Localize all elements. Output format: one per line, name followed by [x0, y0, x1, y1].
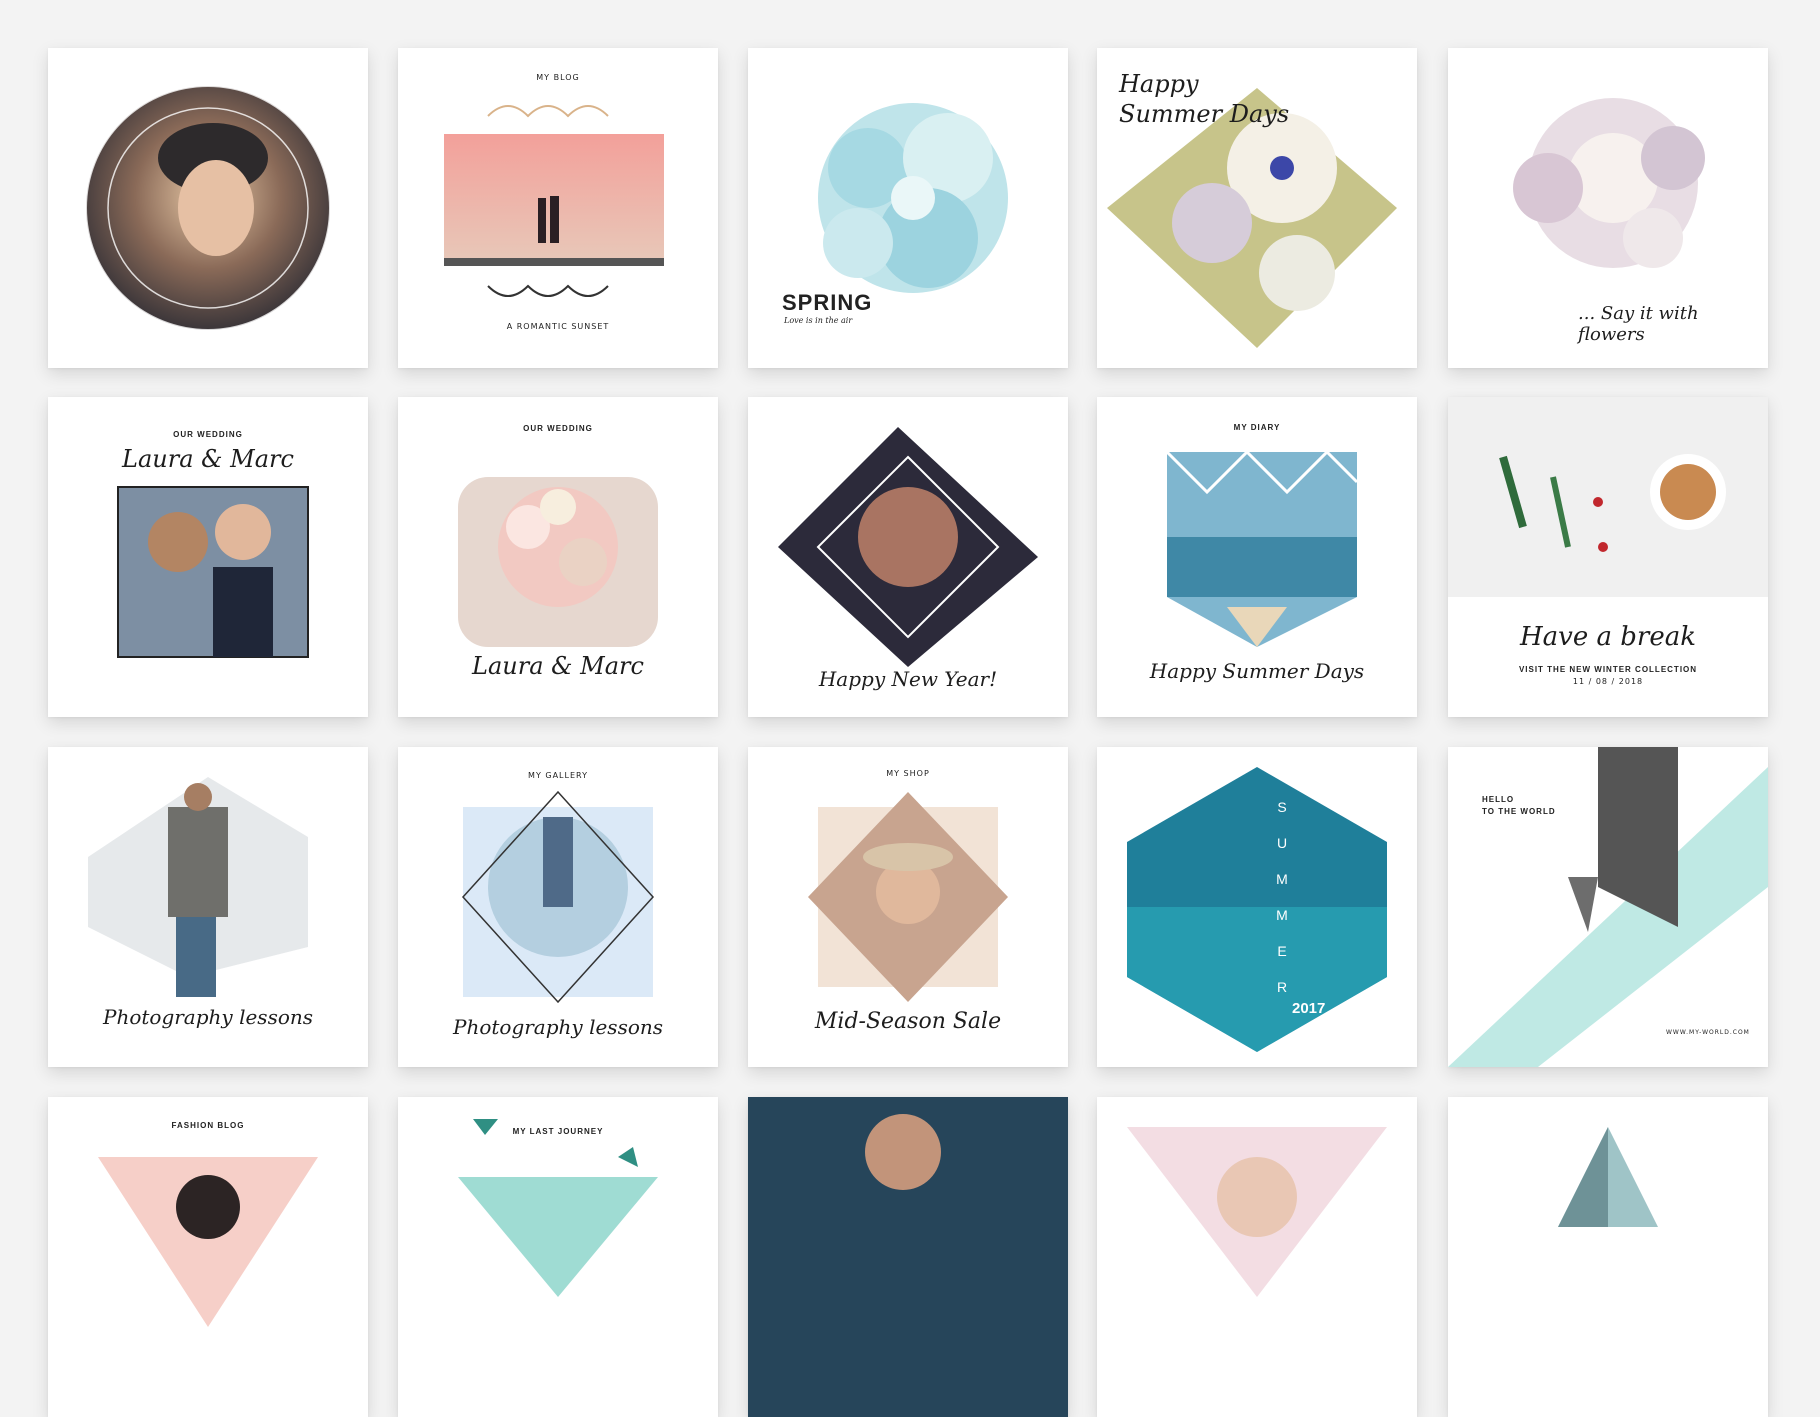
hexagon-ocean-art — [1127, 767, 1387, 1052]
template-card-photography-lessons[interactable]: Photography lessons — [48, 747, 368, 1067]
card-label-top: MY DIARY — [1233, 423, 1281, 432]
template-card-hello-world[interactable]: HELLO TO THE WORLD WWW.MY-WORLD.COM — [1448, 747, 1768, 1067]
template-card-dotted-frame[interactable] — [1097, 1097, 1417, 1417]
template-card-spring[interactable]: SPRING Love is in the air — [748, 48, 1068, 368]
card-title-line1: Happy — [1119, 70, 1199, 98]
card-label-top: FASHION BLOG — [171, 1121, 245, 1130]
template-card-new-year[interactable]: Happy New Year! — [748, 397, 1068, 717]
card-title: Have a break — [1520, 622, 1696, 652]
letter-m2: M — [1276, 907, 1288, 923]
letter-s: S — [1277, 799, 1287, 815]
card-caption: Mid-Season Sale — [814, 1009, 1002, 1034]
template-card-my-gallery[interactable]: MY GALLERY Photography lessons — [398, 747, 718, 1067]
card-label-top: MY GALLERY — [528, 771, 588, 780]
template-card-wedding-photo[interactable]: OUR WEDDING Laura & Marc — [48, 397, 368, 717]
man-portrait-art — [748, 1097, 1068, 1417]
card-url: WWW.MY-WORLD.COM — [1666, 1029, 1750, 1036]
card-subtitle: VISIT THE NEW WINTER COLLECTION — [1518, 665, 1698, 674]
template-card-my-diary[interactable]: MY DIARY Happy Summer Days — [1097, 397, 1417, 717]
card-title: SPRING — [782, 290, 873, 315]
fashion-art — [98, 1157, 318, 1327]
template-card-say-it-with-flowers[interactable]: ... Say it with flowers — [1448, 48, 1768, 368]
card-caption: Happy New Year! — [818, 667, 998, 691]
card-subtitle: Love is in the air — [784, 316, 853, 325]
card-caption: A ROMANTIC SUNSET — [506, 322, 610, 331]
journey-art — [458, 1119, 658, 1297]
card-label-top: MY BLOG — [536, 73, 580, 82]
card-title-line2: TO THE WORLD — [1482, 807, 1556, 816]
template-card-romantic-sunset[interactable]: MY BLOG A ROMANTIC SUNSET — [398, 48, 718, 368]
template-card-my-last-journey[interactable]: MY LAST JOURNEY — [398, 1097, 718, 1417]
card-caption: ... Say it with flowers — [1578, 303, 1699, 345]
card-label-top: OUR WEDDING — [173, 430, 243, 439]
card-label-top: OUR WEDDING — [523, 424, 593, 433]
card-title-line2: Summer Days — [1119, 100, 1290, 128]
template-card-mandala-portrait[interactable] — [48, 48, 368, 368]
card-title-line1: HELLO — [1482, 795, 1515, 804]
card-label-top: MY LAST JOURNEY — [512, 1127, 604, 1136]
template-card-have-a-break[interactable]: Have a break VISIT THE NEW WINTER COLLEC… — [1448, 397, 1768, 717]
letter-u: U — [1276, 835, 1288, 851]
card-caption: Photography lessons — [452, 1015, 664, 1039]
letter-e: E — [1277, 943, 1287, 959]
card-title: Laura & Marc — [122, 445, 294, 473]
summer-letters: S U M M E R — [1262, 789, 1302, 1005]
card-year: 2017 — [1292, 1000, 1326, 1017]
letter-m1: M — [1276, 871, 1288, 887]
template-card-geometric[interactable] — [1448, 1097, 1768, 1417]
template-card-my-shop[interactable]: MY SHOP Mid-Season Sale — [748, 747, 1068, 1067]
card-caption: Happy Summer Days — [1149, 659, 1365, 683]
geometric-art — [1558, 1127, 1658, 1227]
dotted-art — [1127, 1127, 1387, 1297]
template-grid: MY BLOG A ROMANTIC SUNSET SPRING Love is… — [0, 0, 1820, 1417]
template-card-summer-days[interactable]: Happy Summer Days — [1097, 48, 1417, 368]
card-caption: Photography lessons — [102, 1005, 314, 1029]
card-date: 11 / 08 / 2018 — [1572, 677, 1644, 686]
sunset-art — [444, 105, 664, 297]
template-card-wedding-bouquet[interactable]: OUR WEDDING Laura & Marc — [398, 397, 718, 717]
template-card-fashion-blog[interactable]: FASHION BLOG — [48, 1097, 368, 1417]
card-label-top: MY SHOP — [886, 769, 930, 778]
mandala-portrait-art — [85, 85, 331, 331]
template-card-summer-hexagons[interactable]: S U M M E R 2017 — [1097, 747, 1417, 1067]
card-title: Laura & Marc — [472, 652, 644, 680]
template-card-man-portrait[interactable] — [748, 1097, 1068, 1417]
